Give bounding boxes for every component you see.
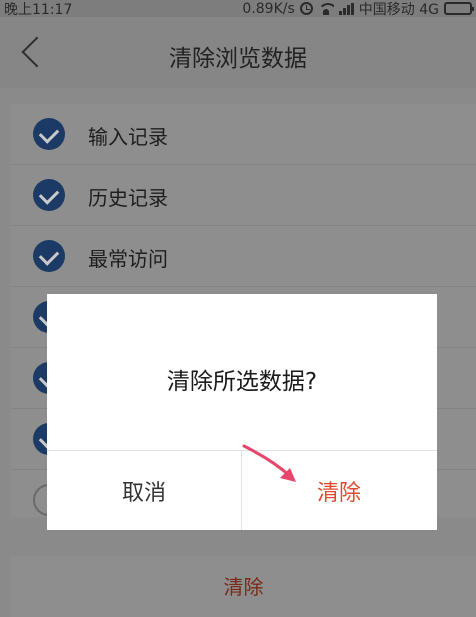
pointer-arrow-icon (242, 444, 296, 482)
clear-button[interactable]: 清除 (11, 556, 476, 617)
network-speed: 0.89K/s (242, 0, 295, 17)
cancel-button[interactable]: 取消 (47, 451, 241, 530)
signal-icon (338, 2, 354, 15)
dialog-message: 清除所选数据? (166, 369, 318, 395)
confirm-dialog: 清除所选数据? 取消 清除 (47, 294, 437, 530)
status-time: 晚上11:17 (4, 1, 73, 18)
wifi-icon (317, 2, 334, 15)
checkbox-checked-icon[interactable] (33, 179, 65, 211)
status-right: 0.89K/s 中国移动 4G (242, 0, 474, 19)
list-item[interactable]: 输入记录 (11, 104, 476, 165)
checkbox-checked-icon[interactable] (33, 240, 65, 272)
carrier-label: 中国移动 4G (358, 1, 439, 18)
clear-button-label: 清除 (223, 575, 264, 599)
battery-icon (444, 2, 474, 15)
checkbox-checked-icon[interactable] (33, 118, 65, 150)
status-bar: 晚上11:17 0.89K/s 中国移动 4G (0, 0, 476, 19)
list-item[interactable]: 历史记录 (11, 165, 476, 226)
list-item[interactable]: 最常访问 (11, 226, 476, 287)
option-label: 历史记录 (88, 186, 168, 210)
alarm-icon (299, 2, 313, 15)
option-label: 输入记录 (88, 125, 168, 149)
header: 清除浏览数据 (0, 17, 476, 88)
option-label: 最常访问 (88, 247, 168, 271)
page-title: 清除浏览数据 (169, 46, 307, 72)
